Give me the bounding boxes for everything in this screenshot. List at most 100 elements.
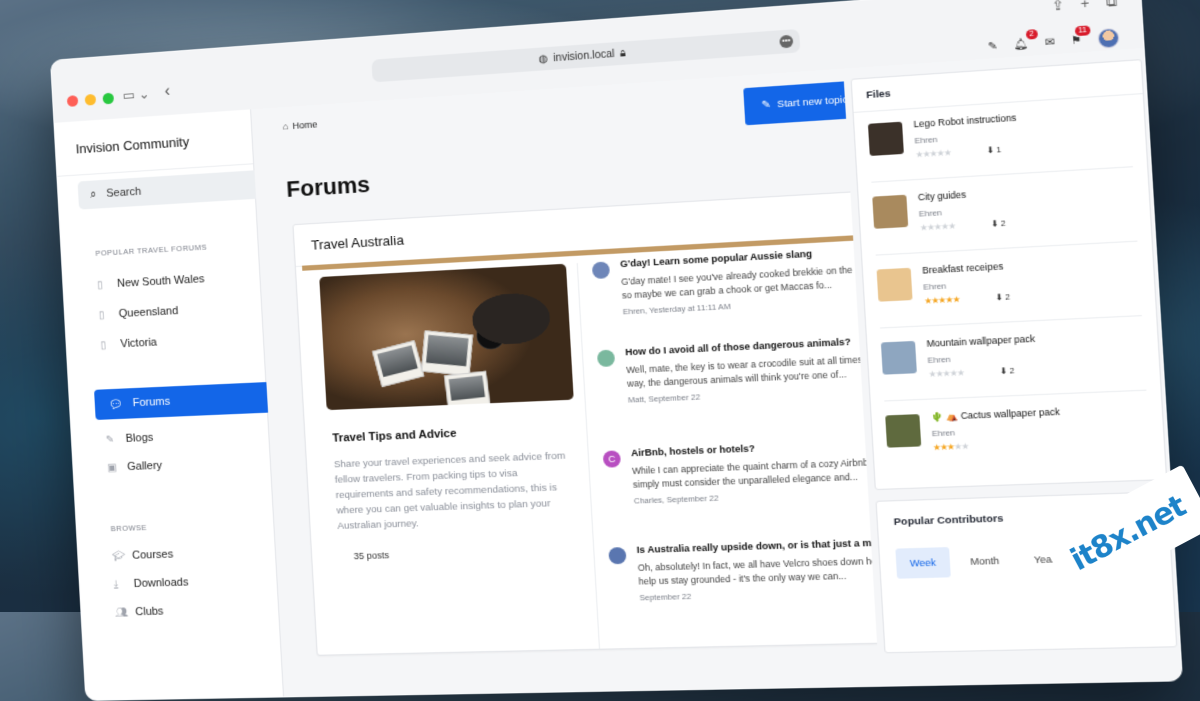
topic-item[interactable]: C AirBnb, hostels or hotels? While I can… [602, 438, 898, 506]
browse-heading: BROWSE [110, 522, 148, 534]
address-bar[interactable]: ◍ invision.local 🔒︎ ••• [371, 28, 801, 83]
minimize-window-button[interactable] [84, 93, 97, 106]
download-count: ⬇ 2 [999, 366, 1014, 376]
download-count-value: 2 [1000, 218, 1006, 229]
document-icon: ▯ [98, 309, 105, 321]
topic-meta: September 22 [639, 591, 692, 603]
file-item[interactable]: Mountain wallpaper pack Ehren ★★★★★ ⬇ 2 [880, 323, 1147, 402]
forum-title[interactable]: Travel Tips and Advice [332, 427, 457, 444]
file-thumbnail[interactable] [880, 340, 917, 375]
breadcrumb-home[interactable]: Home [292, 119, 317, 131]
sidebar-toggle-icon[interactable]: ▭ ⌄ [122, 86, 150, 104]
avatar[interactable] [596, 349, 616, 368]
compose-icon[interactable]: ✎ [988, 40, 998, 53]
sidebar-item-label: Queensland [118, 304, 179, 321]
tabs-overview-icon[interactable]: ⧉ [1105, 0, 1117, 11]
file-title[interactable]: Mountain wallpaper pack [926, 333, 1035, 349]
topic-snippet: Oh, absolutely! In fact, we all have Vel… [637, 555, 897, 587]
sidebar: Invision Community ⌕ Search POPULAR TRAV… [54, 109, 285, 700]
zoom-window-button[interactable] [102, 92, 115, 105]
star-rating: ★★★★★ [919, 221, 956, 233]
category-title-text: Travel Australia [310, 231, 405, 253]
sidebar-item-label: New South Wales [116, 273, 205, 290]
file-author[interactable]: Ehren [919, 208, 942, 219]
sidebar-item-forums[interactable]: 💬︎ Forums [94, 381, 272, 420]
image-icon: ▣ [107, 461, 118, 474]
more-options-icon[interactable]: ••• [779, 34, 794, 49]
file-title[interactable]: City guides [918, 189, 967, 203]
download-count-value: 2 [1009, 365, 1015, 376]
topic-title[interactable]: Is Australia really upside down, or is t… [636, 537, 893, 555]
file-item[interactable]: Breakfast receipes Ehren ★★★★★ ⬇ 2 [876, 249, 1142, 329]
topic-title[interactable]: AirBnb, hostels or hotels? [631, 443, 755, 458]
polaroid-photo [443, 370, 491, 411]
file-title[interactable]: Lego Robot instructions [913, 112, 1016, 129]
files-widget: Files Lego Robot instructions Ehren ★★★★… [850, 59, 1168, 491]
download-count-value: 2 [1004, 291, 1011, 302]
star-rating: ★★★★★ [915, 147, 951, 160]
file-item[interactable]: City guides Ehren ★★★★★ ⬇ 2 [871, 174, 1138, 256]
download-icon: ⬇ [995, 292, 1003, 303]
file-item[interactable]: 🌵 ⛺ Cactus wallpaper pack Ehren ★★★★★ [885, 398, 1151, 473]
sidebar-item-courses[interactable]: 🎓︎ Courses [112, 548, 174, 562]
file-thumbnail[interactable] [876, 267, 913, 302]
pencil-icon: ✎ [105, 433, 115, 446]
topic-item[interactable]: Is Australia really upside down, or is t… [608, 537, 904, 602]
envelope-icon[interactable]: ✉ [1045, 36, 1056, 49]
avatar[interactable] [591, 261, 611, 280]
file-item[interactable]: Lego Robot instructions Ehren ★★★★★ ⬇ 1 [867, 100, 1133, 183]
download-count: ⬇ 2 [991, 218, 1006, 229]
reports-button[interactable]: ⚑ 11 [1071, 24, 1091, 47]
search-label: Search [105, 185, 142, 200]
sidebar-item-victoria[interactable]: ▯ Victoria [100, 336, 157, 351]
breadcrumb: ⌂ Home [283, 119, 318, 132]
page-title: Forums [285, 171, 371, 203]
file-thumbnail[interactable] [885, 414, 922, 448]
site-brand[interactable]: Invision Community [75, 134, 189, 157]
tab-month[interactable]: Month [956, 545, 1014, 577]
file-title[interactable]: Breakfast receipes [922, 261, 1004, 276]
lock-icon: 🔒︎ [619, 47, 627, 60]
sidebar-item-label: Victoria [120, 336, 158, 351]
notifications-button[interactable]: 🔔︎ 2 [1013, 28, 1038, 51]
download-icon: ⬇ [986, 145, 995, 156]
sidebar-item-blogs[interactable]: ✎ Blogs [105, 432, 153, 446]
bell-icon: 🔔︎ [1013, 37, 1029, 51]
new-tab-icon[interactable]: + [1080, 0, 1090, 13]
sidebar-item-label: Gallery [126, 459, 163, 474]
topic-item[interactable]: How do I avoid all of those dangerous an… [596, 335, 892, 405]
app-body: Invision Community ⌕ Search POPULAR TRAV… [54, 47, 1182, 700]
user-avatar[interactable] [1097, 27, 1120, 49]
sidebar-item-downloads[interactable]: ⤓ Downloads [113, 576, 188, 590]
file-author[interactable]: Ehren [914, 135, 937, 146]
popular-forums-heading: POPULAR TRAVEL FORUMS [95, 242, 208, 258]
avatar[interactable] [608, 547, 627, 565]
search-input[interactable]: ⌕ Search [77, 169, 265, 210]
topic-meta: Matt, September 22 [627, 392, 701, 405]
file-title[interactable]: 🌵 ⛺ Cactus wallpaper pack [931, 406, 1060, 423]
download-count: ⬇ 1 [986, 145, 1001, 156]
avatar[interactable]: C [602, 450, 622, 468]
sidebar-item-new-south-wales[interactable]: ▯ New South Wales [97, 273, 205, 291]
sidebar-item-gallery[interactable]: ▣ Gallery [107, 459, 163, 474]
file-thumbnail[interactable] [867, 121, 904, 156]
document-icon: ▯ [96, 279, 103, 291]
start-new-topic-label: Start new topic [776, 94, 849, 111]
file-thumbnail[interactable] [872, 194, 909, 229]
contributors-period-tabs: Week Month Year [895, 544, 1070, 579]
polaroid-photo [421, 330, 474, 377]
forum-image[interactable] [319, 263, 574, 411]
sidebar-item-label: Courses [131, 548, 174, 562]
sidebar-item-label: Forums [132, 395, 171, 410]
file-author[interactable]: Ehren [932, 428, 956, 439]
file-author[interactable]: Ehren [927, 354, 951, 365]
download-count: ⬇ 2 [995, 292, 1010, 302]
tab-week[interactable]: Week [895, 547, 951, 579]
sidebar-item-queensland[interactable]: ▯ Queensland [99, 305, 179, 321]
forum-post-count: 35 posts [353, 549, 390, 562]
sidebar-item-clubs[interactable]: 👥︎ Clubs [115, 605, 164, 618]
back-arrow-icon[interactable]: ‹ [164, 83, 170, 102]
share-icon[interactable]: ⇪ [1051, 0, 1065, 15]
file-author[interactable]: Ehren [923, 281, 946, 292]
close-window-button[interactable] [66, 95, 79, 107]
